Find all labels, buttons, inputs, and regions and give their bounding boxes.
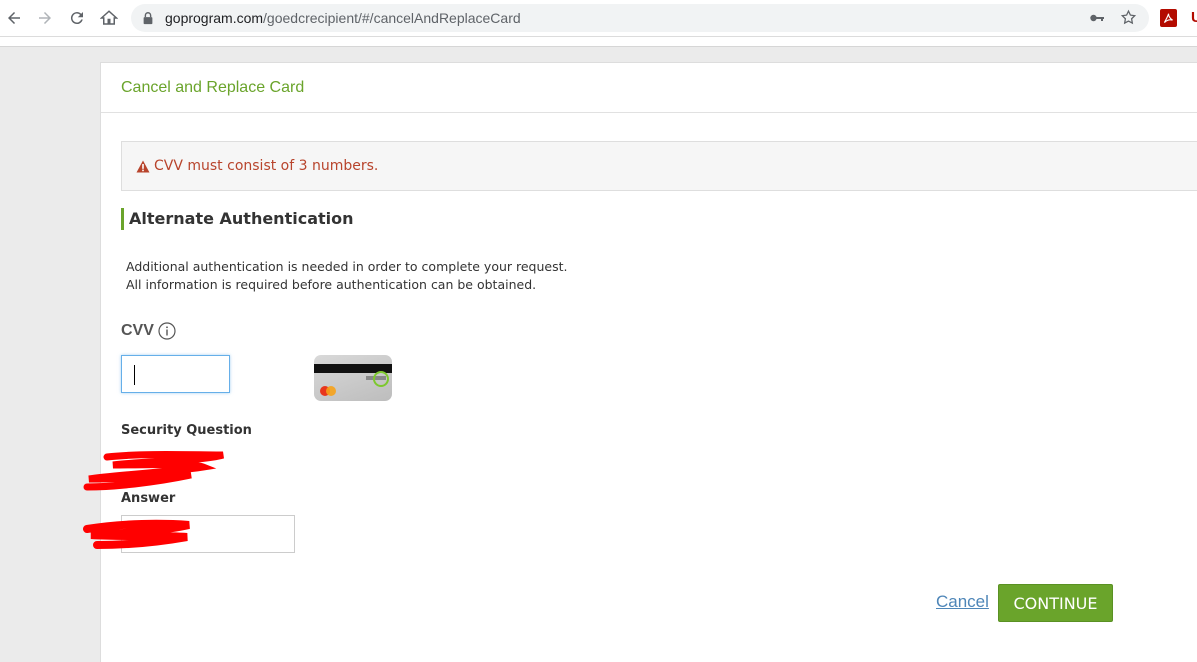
reload-icon[interactable] — [65, 6, 89, 30]
home-icon[interactable] — [97, 6, 121, 30]
panel-header: Cancel and Replace Card — [101, 63, 1197, 113]
text-caret — [134, 365, 135, 385]
section-title: Alternate Authentication — [121, 208, 354, 230]
address-bar[interactable]: goprogram.com/goedcrecipient/#/cancelAnd… — [131, 4, 1149, 32]
url-text: goprogram.com/goedcrecipient/#/cancelAnd… — [165, 10, 521, 26]
alert-message: CVV must consist of 3 numbers. — [154, 158, 379, 174]
answer-input[interactable] — [121, 515, 295, 553]
extension-glyph: U — [1191, 9, 1197, 26]
description: Additional authentication is needed in o… — [126, 258, 568, 294]
card-brand-logo-icon — [320, 386, 336, 396]
url-path: /goedcrecipient/#/cancelAndReplaceCard — [263, 10, 521, 26]
description-line-1: Additional authentication is needed in o… — [126, 259, 568, 274]
info-icon[interactable] — [158, 322, 176, 340]
error-alert: CVV must consist of 3 numbers. — [121, 141, 1197, 191]
redaction-scribble-question — [83, 451, 225, 491]
card-back-image — [314, 355, 392, 401]
page-title: Cancel and Replace Card — [121, 79, 305, 96]
url-host: goprogram.com — [165, 10, 264, 26]
star-icon[interactable] — [1120, 9, 1137, 26]
answer-label: Answer — [121, 491, 176, 506]
cvv-label-text: CVV — [121, 322, 154, 339]
browser-toolbar: goprogram.com/goedcrecipient/#/cancelAnd… — [0, 0, 1197, 37]
forward-icon[interactable] — [33, 6, 57, 30]
description-line-2: All information is required before authe… — [126, 277, 537, 292]
cancel-link[interactable]: Cancel — [936, 592, 989, 612]
lock-icon — [143, 12, 153, 25]
cvv-input[interactable] — [121, 355, 230, 393]
pdf-extension-icon[interactable] — [1160, 9, 1177, 27]
key-icon[interactable] — [1089, 10, 1105, 26]
extension-icon[interactable]: U — [1191, 9, 1197, 27]
security-question-label: Security Question — [121, 423, 252, 438]
warning-icon — [136, 160, 150, 172]
continue-button[interactable]: CONTINUE — [998, 584, 1113, 622]
back-icon[interactable] — [2, 6, 26, 30]
cvv-label: CVV — [121, 322, 176, 340]
cvv-highlight-ring — [373, 371, 389, 387]
main-panel: Cancel and Replace Card CVV must consist… — [83, 62, 1197, 662]
toolbar-divider — [0, 37, 1197, 47]
